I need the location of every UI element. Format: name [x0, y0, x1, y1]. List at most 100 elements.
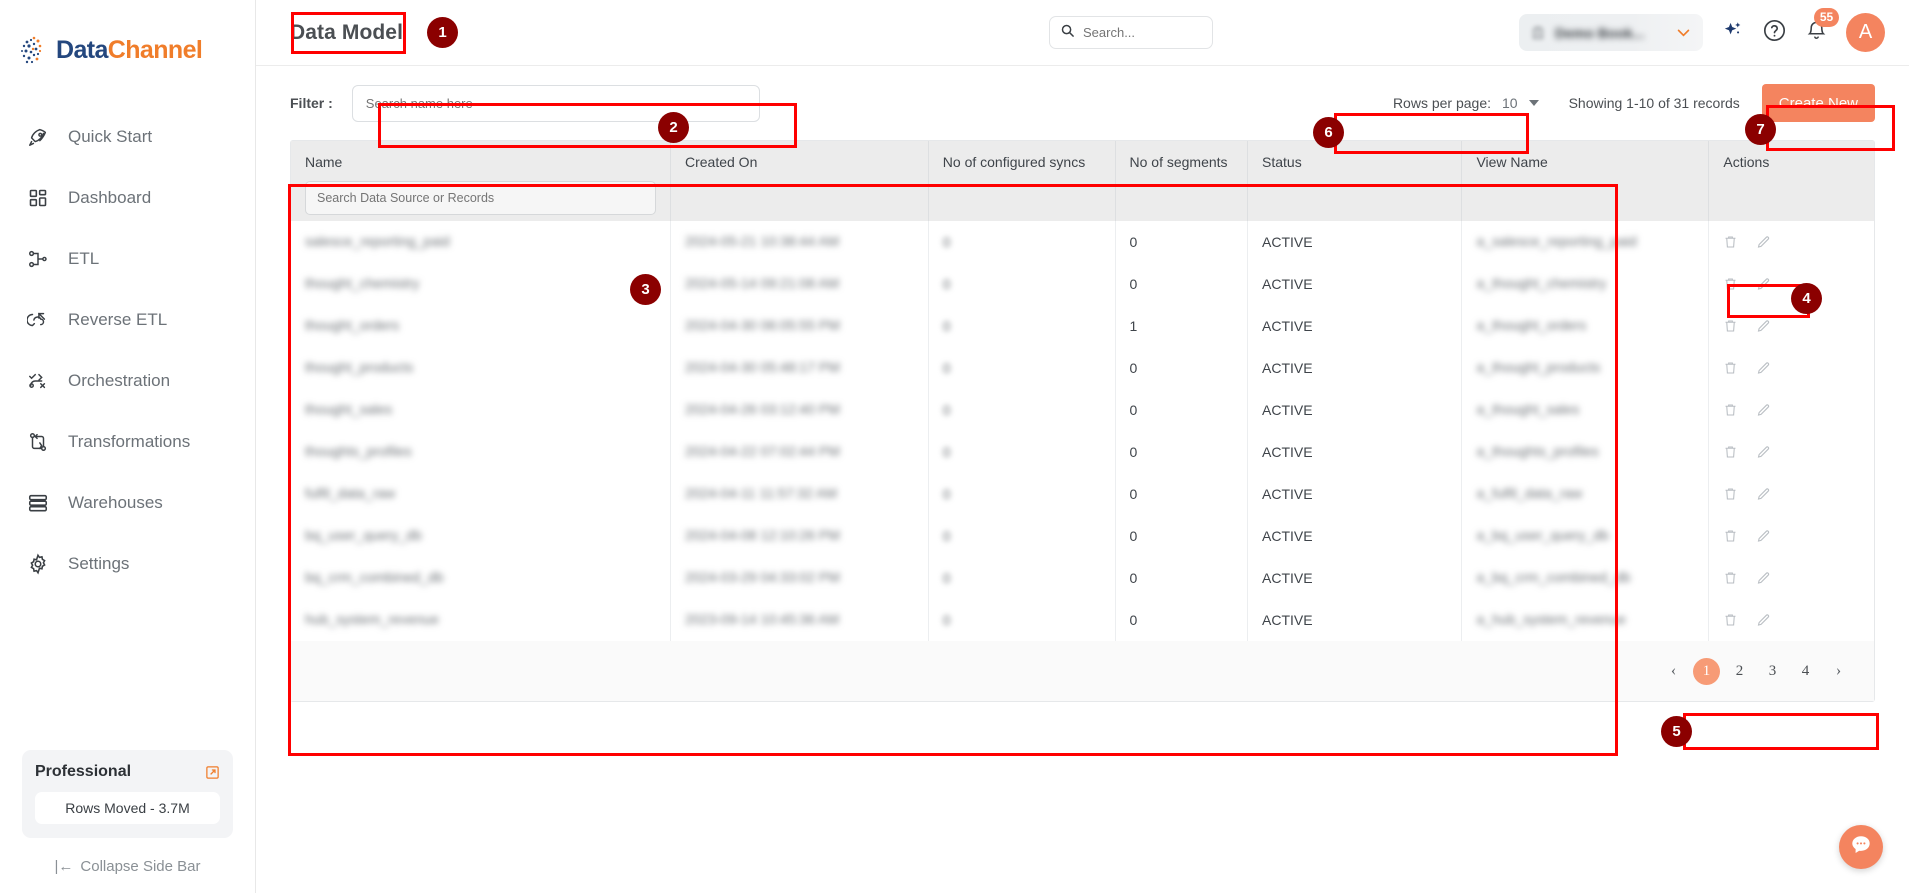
- sidebar-item-quick-start[interactable]: Quick Start: [0, 106, 255, 167]
- pagination-page-2[interactable]: 2: [1726, 658, 1753, 685]
- brand-logo[interactable]: DataChannel: [0, 0, 255, 78]
- ai-assistant-button[interactable]: [1721, 19, 1744, 47]
- help-button[interactable]: [1762, 18, 1787, 48]
- pencil-icon[interactable]: [1756, 276, 1771, 292]
- trash-icon[interactable]: [1723, 486, 1738, 502]
- sidebar-item-orchestration[interactable]: Orchestration: [0, 350, 255, 411]
- organization-selector[interactable]: Demo Book...: [1519, 14, 1703, 51]
- pagination-prev-button[interactable]: ‹: [1660, 658, 1687, 685]
- chevron-down-icon: [1675, 24, 1692, 41]
- create-new-button[interactable]: Create New: [1761, 84, 1875, 122]
- cell-status: ACTIVE: [1247, 473, 1463, 515]
- table-row[interactable]: thought_sales 2024-04-26 03:12:40 PM 0 0 ACT…: [291, 389, 1874, 431]
- rows-per-page-selector[interactable]: Rows per page: 10: [1385, 90, 1547, 116]
- cell-name: hub_system_revenue: [291, 599, 671, 641]
- organization-icon: [1530, 24, 1546, 41]
- cell-configured-syncs: 0: [928, 347, 1116, 389]
- cell-name: thought_sales: [291, 389, 671, 431]
- table-row[interactable]: thoughts_profiles 2024-04-22 07:02:44 PM 0…: [291, 431, 1874, 473]
- trash-icon[interactable]: [1723, 402, 1738, 418]
- table-row[interactable]: bq_crm_combined_db 2024-03-29 04:33:02 PM…: [291, 557, 1874, 599]
- cell-status: ACTIVE: [1247, 389, 1463, 431]
- global-search-input[interactable]: [1083, 25, 1202, 40]
- table-row[interactable]: salesce_reporting_paid 2024-05-21 10:38:4…: [291, 221, 1874, 263]
- trash-icon[interactable]: [1723, 234, 1738, 250]
- column-header-created-on[interactable]: Created On: [670, 141, 929, 221]
- chat-bubble-icon: [1849, 833, 1873, 862]
- table-head: Name Created On No of configured syncs N…: [291, 141, 1874, 221]
- pencil-icon[interactable]: [1756, 318, 1771, 334]
- notifications-button[interactable]: 55: [1805, 7, 1839, 47]
- table-row[interactable]: bq_user_query_db 2024-04-08 12:10:26 PM 0 0…: [291, 515, 1874, 557]
- pencil-icon[interactable]: [1756, 612, 1771, 628]
- avatar[interactable]: A: [1846, 13, 1885, 52]
- table-row[interactable]: hub_system_revenue 2023-09-14 10:45:36 AM…: [291, 599, 1874, 641]
- records-summary: Showing 1-10 of 31 records: [1568, 95, 1740, 111]
- trash-icon[interactable]: [1723, 276, 1738, 292]
- cell-actions: [1709, 557, 1874, 599]
- column-header-status[interactable]: Status: [1247, 141, 1463, 221]
- pagination-page-1[interactable]: 1: [1693, 657, 1720, 685]
- sidebar-item-label: Dashboard: [68, 187, 152, 207]
- pencil-icon[interactable]: [1756, 486, 1771, 502]
- sidebar-item-label: Reverse ETL: [68, 309, 168, 329]
- trash-icon[interactable]: [1723, 570, 1738, 586]
- pencil-icon[interactable]: [1756, 528, 1771, 544]
- filter-label: Filter :: [290, 95, 333, 111]
- trash-icon[interactable]: [1723, 528, 1738, 544]
- pagination-next-button[interactable]: ›: [1825, 658, 1852, 685]
- trash-icon[interactable]: [1723, 612, 1738, 628]
- table-row[interactable]: thought_products 2024-04-30 05:48:17 PM 0 0…: [291, 347, 1874, 389]
- sidebar-item-reverse-etl[interactable]: Reverse ETL: [0, 289, 255, 350]
- warehouse-icon: [22, 489, 54, 517]
- pencil-icon[interactable]: [1756, 360, 1771, 376]
- rows-per-page-value: 10: [1502, 95, 1518, 111]
- name-column-search-input[interactable]: [305, 181, 656, 215]
- cell-actions: [1709, 431, 1874, 473]
- sidebar-nav: Quick Start Dashboard ETL Reverse ETL Or…: [0, 106, 255, 594]
- cell-view-name: a_thought_products: [1461, 347, 1710, 389]
- global-search[interactable]: [1049, 16, 1213, 49]
- pencil-icon[interactable]: [1756, 444, 1771, 460]
- cell-configured-syncs: 0: [928, 263, 1116, 305]
- cell-segments: 0: [1115, 347, 1249, 389]
- cell-actions: [1709, 305, 1874, 347]
- transformations-icon: [22, 428, 54, 456]
- sidebar-item-warehouses[interactable]: Warehouses: [0, 472, 255, 533]
- sidebar-item-etl[interactable]: ETL: [0, 228, 255, 289]
- cell-segments: 0: [1115, 221, 1249, 263]
- pencil-icon[interactable]: [1756, 402, 1771, 418]
- sidebar: DataChannel Quick Start Dashboard ETL Re…: [0, 0, 256, 893]
- column-header-view-name[interactable]: View Name: [1461, 141, 1710, 221]
- table-row[interactable]: thought_orders 2024-04-30 06:05:55 PM 0 1 AC…: [291, 305, 1874, 347]
- trash-icon[interactable]: [1723, 444, 1738, 460]
- sidebar-item-dashboard[interactable]: Dashboard: [0, 167, 255, 228]
- chat-support-button[interactable]: [1839, 825, 1883, 869]
- column-header-segments[interactable]: No of segments: [1115, 141, 1249, 221]
- column-header-configured-syncs[interactable]: No of configured syncs: [928, 141, 1116, 221]
- cell-actions: [1709, 515, 1874, 557]
- external-link-icon[interactable]: [205, 765, 220, 780]
- cell-view-name: a_hub_system_revenue: [1461, 599, 1710, 641]
- cell-actions: [1709, 599, 1874, 641]
- sidebar-item-transformations[interactable]: Transformations: [0, 411, 255, 472]
- sidebar-item-settings[interactable]: Settings: [0, 533, 255, 594]
- pagination-page-4[interactable]: 4: [1792, 658, 1819, 685]
- pencil-icon[interactable]: [1756, 234, 1771, 250]
- brand-name-secondary: Channel: [107, 35, 203, 64]
- table-row[interactable]: fulfil_data_raw 2024-04-11 11:57:32 AM 0 0 A…: [291, 473, 1874, 515]
- cell-status: ACTIVE: [1247, 347, 1463, 389]
- cell-configured-syncs: 0: [928, 305, 1116, 347]
- table-row[interactable]: thought_chemistry 2024-05-14 09:21:08 AM 0…: [291, 263, 1874, 305]
- rocket-icon: [22, 123, 54, 151]
- trash-icon[interactable]: [1723, 360, 1738, 376]
- column-header-name[interactable]: Name: [291, 141, 671, 221]
- collapse-sidebar-button[interactable]: |← Collapse Side Bar: [22, 858, 233, 875]
- cell-name: salesce_reporting_paid: [291, 221, 671, 263]
- pagination-page-3[interactable]: 3: [1759, 658, 1786, 685]
- cell-view-name: a_thought_orders: [1461, 305, 1710, 347]
- question-circle-icon: [1762, 18, 1787, 48]
- filter-name-input[interactable]: [351, 84, 760, 122]
- pencil-icon[interactable]: [1756, 570, 1771, 586]
- trash-icon[interactable]: [1723, 318, 1738, 334]
